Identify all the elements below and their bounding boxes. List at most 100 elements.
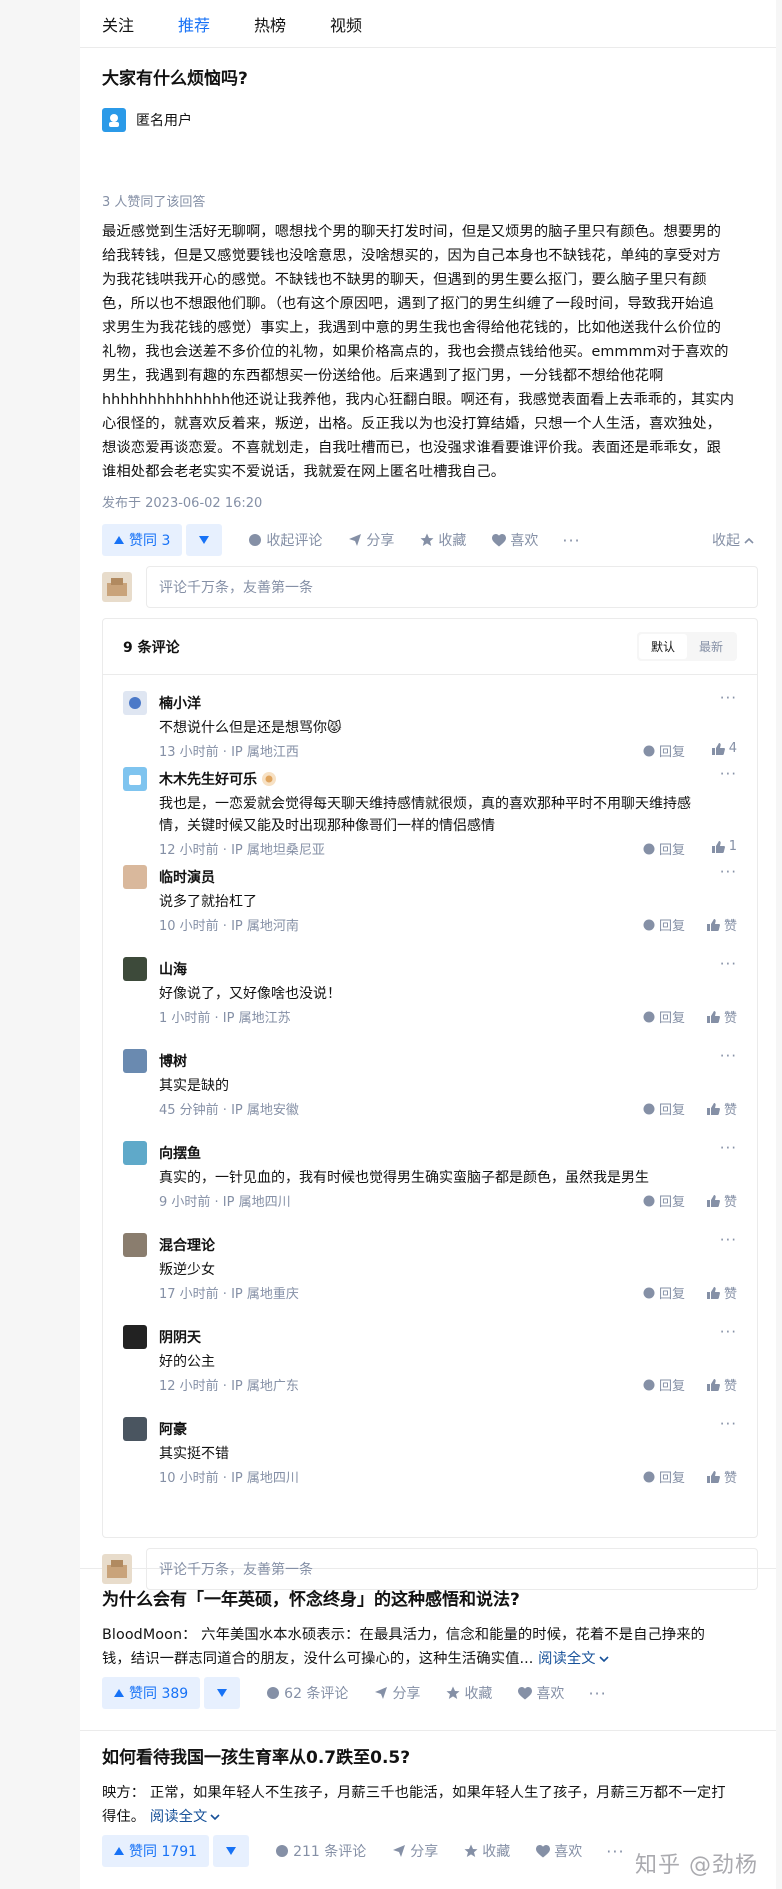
comment-author[interactable]: 木木先生好可乐 (159, 769, 277, 789)
like-comment-button[interactable]: 赞 (706, 1467, 737, 1486)
read-more-link[interactable]: 阅读全文 (538, 1651, 609, 1667)
reply-label: 回复 (658, 1011, 685, 1026)
reply-button[interactable]: 回复 (643, 1191, 685, 1210)
comment-author[interactable]: 博树 (159, 1051, 187, 1071)
reply-button[interactable]: 回复 (643, 839, 685, 858)
feed-actions: 赞同 1791 211 条评论 分享 收藏 喜欢 ··· (102, 1835, 625, 1867)
share-icon (393, 1845, 406, 1857)
tab-recommend[interactable]: 推荐 (178, 12, 210, 36)
more-icon[interactable]: ··· (720, 1415, 737, 1433)
comment-author[interactable]: 楠小洋 (159, 693, 201, 713)
more-icon[interactable]: ··· (720, 1323, 737, 1341)
comment-meta: 12 小时前 · IP 属地坦桑尼亚 (159, 843, 325, 858)
more-icon[interactable]: ··· (720, 955, 737, 973)
more-icon[interactable]: ··· (720, 689, 737, 707)
more-icon[interactable]: ··· (720, 1231, 737, 1249)
comment-sort-toggle: 默认 最新 (636, 632, 737, 661)
more-icon[interactable]: ··· (606, 1842, 624, 1861)
comment-text: 叛逆少女 (159, 1262, 215, 1278)
more-icon[interactable]: ··· (562, 531, 580, 550)
feed-excerpt[interactable]: 映方： 正常，如果年轻人不生孩子，月薪三千也能活，如果年轻人生了孩子，月薪三万都… (102, 1781, 762, 1829)
reply-button[interactable]: 回复 (643, 1099, 685, 1118)
reply-icon (643, 843, 655, 854)
more-icon[interactable]: ··· (720, 765, 737, 783)
reply-icon (643, 1287, 655, 1298)
reply-label: 回复 (658, 1103, 685, 1118)
collapse-comments-button[interactable]: 收起评论 (248, 530, 322, 550)
comments-button[interactable]: 211 条评论 (275, 1841, 366, 1861)
avatar[interactable] (123, 767, 147, 791)
favorite-button[interactable]: 收藏 (420, 530, 466, 550)
tab-video[interactable]: 视频 (330, 12, 362, 36)
avatar[interactable] (123, 1325, 147, 1349)
more-icon[interactable]: ··· (720, 1047, 737, 1065)
downvote-button[interactable] (204, 1677, 241, 1709)
favorite-button[interactable]: 收藏 (446, 1683, 492, 1703)
avatar[interactable] (123, 1417, 147, 1441)
reply-label: 回复 (658, 1379, 685, 1394)
like-comment-button[interactable]: 赞 (706, 1191, 737, 1210)
avatar[interactable] (123, 691, 147, 715)
comment-author[interactable]: 阿豪 (159, 1419, 187, 1439)
tab-hot[interactable]: 热榜 (254, 12, 286, 36)
feed-excerpt[interactable]: BloodMoon： 六年美国水本水硕表示：在最具活力，信念和能量的时候，花着不… (102, 1623, 762, 1671)
share-button[interactable]: 分享 (348, 530, 394, 550)
question-title[interactable]: 大家有什么烦恼吗? (102, 66, 248, 92)
like-comment-button[interactable]: 1 (711, 839, 737, 854)
reply-button[interactable]: 回复 (643, 915, 685, 934)
like-comment-button[interactable]: 赞 (706, 1283, 737, 1302)
like-comment-button[interactable]: 赞 (706, 1375, 737, 1394)
downvote-button[interactable] (213, 1835, 250, 1867)
sort-latest-button[interactable]: 最新 (687, 634, 735, 659)
avatar[interactable] (123, 865, 147, 889)
more-icon[interactable]: ··· (720, 1139, 737, 1157)
read-more-link[interactable]: 阅读全文 (150, 1809, 221, 1825)
sort-default-button[interactable]: 默认 (638, 634, 687, 659)
upvote-button[interactable]: 赞同 3 (102, 524, 183, 556)
member-badge-icon (262, 772, 276, 786)
like-comment-button[interactable]: 赞 (706, 1099, 737, 1118)
like-button[interactable]: 喜欢 (536, 1841, 582, 1861)
feed-question-title[interactable]: 如何看待我国一孩生育率从0.7跌至0.5? (102, 1745, 410, 1771)
feed-card: 为什么会有「一年英硕，怀念终身」的这种感悟和说法? BloodMoon： 六年美… (80, 1573, 776, 1731)
like-button[interactable]: 喜欢 (518, 1683, 564, 1703)
more-icon[interactable]: ··· (588, 1684, 606, 1703)
share-icon (375, 1687, 388, 1699)
feed-question-title[interactable]: 为什么会有「一年英硕，怀念终身」的这种感悟和说法? (102, 1587, 520, 1613)
reply-button[interactable]: 回复 (643, 1467, 685, 1486)
upvote-button[interactable]: 赞同 389 (102, 1677, 201, 1709)
comment-author[interactable]: 向摆鱼 (159, 1143, 201, 1163)
like-label: 赞 (723, 919, 737, 934)
avatar[interactable] (123, 1233, 147, 1257)
like-comment-button[interactable]: 赞 (706, 915, 737, 934)
comment-author[interactable]: 混合理论 (159, 1235, 215, 1255)
comment-list: 9 条评论 默认 最新 楠小洋 ··· 不想说什么但是还是想骂你😾 13 小时前… (102, 618, 758, 1538)
tab-follow[interactable]: 关注 (102, 12, 134, 36)
more-icon[interactable]: ··· (720, 863, 737, 881)
reply-button[interactable]: 回复 (643, 1283, 685, 1302)
like-comment-button[interactable]: 4 (711, 741, 737, 756)
like-button[interactable]: 喜欢 (492, 530, 538, 550)
share-button[interactable]: 分享 (392, 1841, 438, 1861)
comments-button[interactable]: 62 条评论 (266, 1683, 348, 1703)
share-button[interactable]: 分享 (374, 1683, 420, 1703)
like-comment-button[interactable]: 赞 (706, 1007, 737, 1026)
reply-label: 回复 (658, 1287, 685, 1302)
thumbs-up-icon (706, 1286, 720, 1299)
downvote-button[interactable] (186, 524, 223, 556)
favorite-button[interactable]: 收藏 (464, 1841, 510, 1861)
comment-author[interactable]: 阴阴天 (159, 1327, 201, 1347)
comment-author[interactable]: 山海 (159, 959, 187, 979)
comment-author[interactable]: 临时演员 (159, 867, 215, 887)
comment-item: 临时演员 ··· 说多了就抬杠了 10 小时前 · IP 属地河南 回复 赞 (123, 863, 737, 934)
comment-input-top[interactable]: 评论千万条，友善第一条 (146, 566, 758, 608)
upvote-button[interactable]: 赞同 1791 (102, 1835, 210, 1867)
reply-button[interactable]: 回复 (643, 741, 685, 760)
reply-button[interactable]: 回复 (643, 1007, 685, 1026)
collapse-button[interactable]: 收起 (712, 530, 758, 550)
avatar[interactable] (123, 1141, 147, 1165)
like-label: 赞 (723, 1471, 737, 1486)
reply-button[interactable]: 回复 (643, 1375, 685, 1394)
avatar[interactable] (123, 957, 147, 981)
avatar[interactable] (123, 1049, 147, 1073)
